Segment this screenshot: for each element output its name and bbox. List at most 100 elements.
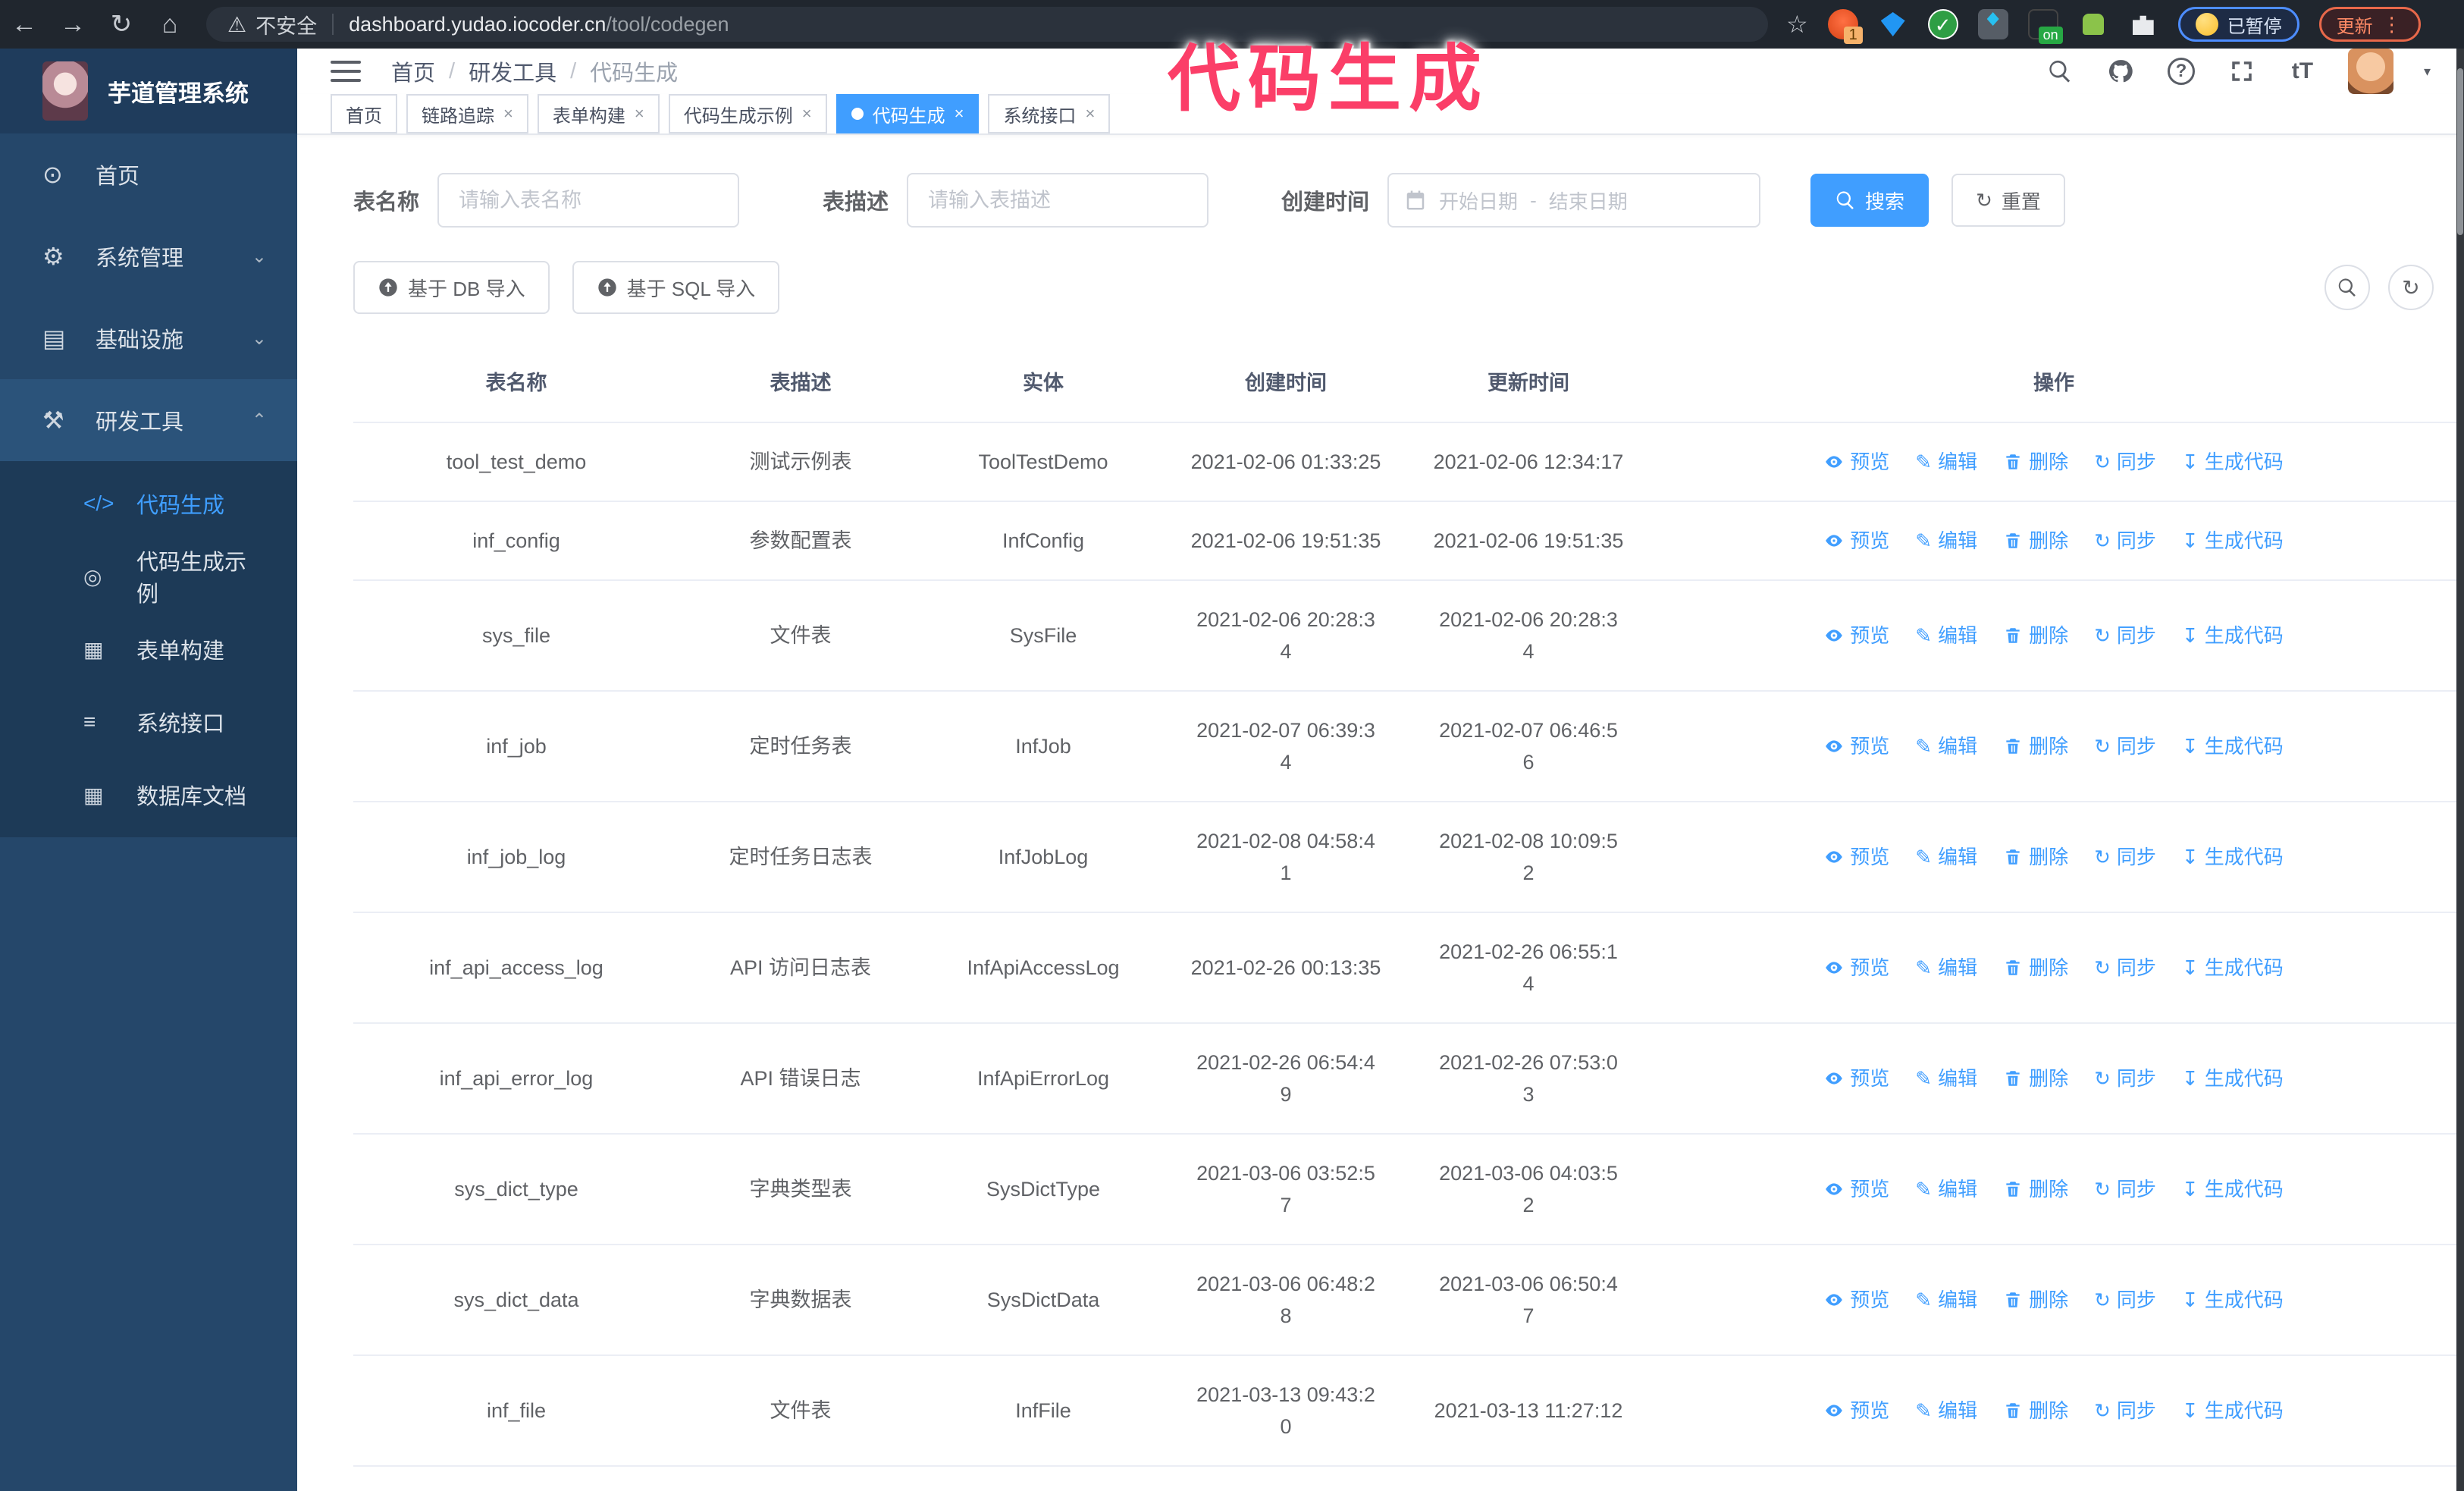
preview-link[interactable]: 预览 [1824, 730, 1889, 762]
generate-code-link[interactable]: ↧ 生成代码 [2182, 952, 2284, 984]
edit-link[interactable]: ✎ 编辑 [1915, 525, 1977, 557]
generate-code-link[interactable]: ↧ 生成代码 [2182, 1395, 2284, 1427]
sync-link[interactable]: ↻ 同步 [2094, 1063, 2156, 1094]
close-icon[interactable]: × [802, 104, 812, 124]
github-icon[interactable] [2105, 56, 2136, 86]
preview-link[interactable]: 预览 [1824, 1284, 1889, 1316]
edit-link[interactable]: ✎ 编辑 [1915, 730, 1977, 762]
preview-link[interactable]: 预览 [1824, 841, 1889, 873]
sidebar-item-devtools[interactable]: ⚒ 研发工具 ⌃ [0, 379, 297, 461]
sync-link[interactable]: ↻ 同步 [2094, 525, 2156, 557]
tab-form-builder[interactable]: 表单构建 × [537, 94, 660, 133]
sidebar-item-system[interactable]: ⚙ 系统管理 ⌄ [0, 215, 297, 297]
sync-link[interactable]: ↻ 同步 [2094, 841, 2156, 873]
generate-code-link[interactable]: ↧ 生成代码 [2182, 1063, 2284, 1094]
sync-link[interactable]: ↻ 同步 [2094, 952, 2156, 984]
import-sql-button[interactable]: 基于 SQL 导入 [572, 261, 780, 314]
font-size-icon[interactable]: tT [2287, 56, 2318, 86]
preview-link[interactable]: 预览 [1824, 952, 1889, 984]
generate-code-link[interactable]: ↧ 生成代码 [2182, 841, 2284, 873]
generate-code-link[interactable]: ↧ 生成代码 [2182, 1284, 2284, 1316]
delete-link[interactable]: 删除 [2003, 952, 2068, 984]
tab-trace[interactable]: 链路追踪 × [406, 94, 528, 133]
extension-gem-icon[interactable] [1878, 9, 1908, 39]
refresh-table-button[interactable]: ↻ [2388, 265, 2434, 310]
update-badge[interactable]: 更新 ⋮ [2318, 7, 2421, 42]
import-db-button[interactable]: 基于 DB 导入 [353, 261, 550, 314]
generate-code-link[interactable]: ↧ 生成代码 [2182, 730, 2284, 762]
sidebar-item-db-doc[interactable]: ▦ 数据库文档 [0, 758, 297, 831]
delete-link[interactable]: 删除 [2003, 1395, 2068, 1427]
home-icon[interactable]: ⌂ [146, 10, 194, 39]
tab-codegen[interactable]: 代码生成 × [835, 94, 980, 133]
app-logo[interactable]: 芋道管理系统 [0, 49, 297, 133]
browser-scrollbar[interactable] [2456, 49, 2464, 1491]
edit-link[interactable]: ✎ 编辑 [1915, 1063, 1977, 1094]
forward-icon[interactable]: → [49, 10, 97, 39]
sidebar-item-home[interactable]: ⊙ 首页 [0, 133, 297, 215]
extension-check-icon[interactable] [1927, 9, 1958, 39]
sidebar-item-system-api[interactable]: ≡ 系统接口 [0, 686, 297, 758]
edit-link[interactable]: ✎ 编辑 [1915, 1284, 1977, 1316]
extension-on-icon[interactable] [2027, 9, 2063, 44]
table-desc-input[interactable] [907, 173, 1209, 228]
edit-link[interactable]: ✎ 编辑 [1915, 1173, 1977, 1205]
paused-badge[interactable]: 已暂停 [2177, 7, 2299, 42]
delete-link[interactable]: 删除 [2003, 1284, 2068, 1316]
close-icon[interactable]: × [955, 104, 964, 124]
menu-fold-icon[interactable] [331, 55, 361, 88]
fullscreen-icon[interactable] [2227, 56, 2257, 86]
sidebar-item-infra[interactable]: ▤ 基础设施 ⌄ [0, 297, 297, 379]
preview-link[interactable]: 预览 [1824, 1395, 1889, 1427]
close-icon[interactable]: × [635, 104, 644, 124]
preview-link[interactable]: 预览 [1824, 620, 1889, 651]
tab-codegen-example[interactable]: 代码生成示例 × [668, 94, 827, 133]
sync-link[interactable]: ↻ 同步 [2094, 730, 2156, 762]
edit-link[interactable]: ✎ 编辑 [1915, 446, 1977, 478]
close-icon[interactable]: × [503, 104, 513, 124]
extension-robot-icon[interactable] [2078, 9, 2108, 39]
sidebar-item-form-builder[interactable]: ▦ 表单构建 [0, 613, 297, 686]
generate-code-link[interactable]: ↧ 生成代码 [2182, 620, 2284, 651]
sync-link[interactable]: ↻ 同步 [2094, 620, 2156, 651]
preview-link[interactable]: 预览 [1824, 1173, 1889, 1205]
search-button[interactable]: 搜索 [1810, 174, 1930, 227]
preview-link[interactable]: 预览 [1824, 1063, 1889, 1094]
tab-home[interactable]: 首页 [331, 94, 397, 133]
generate-code-link[interactable]: ↧ 生成代码 [2182, 525, 2284, 557]
toggle-search-button[interactable] [2324, 265, 2370, 310]
delete-link[interactable]: 删除 [2003, 1173, 2068, 1205]
reload-icon[interactable]: ↻ [97, 9, 146, 39]
edit-link[interactable]: ✎ 编辑 [1915, 952, 1977, 984]
caret-down-icon[interactable]: ▾ [2424, 64, 2431, 80]
scrollbar-thumb[interactable] [2457, 68, 2463, 235]
generate-code-link[interactable]: ↧ 生成代码 [2182, 1173, 2284, 1205]
edit-link[interactable]: ✎ 编辑 [1915, 1395, 1977, 1427]
start-date-placeholder[interactable]: 开始日期 [1439, 187, 1518, 215]
close-icon[interactable]: × [1085, 104, 1095, 124]
breadcrumb-devtools[interactable]: 研发工具 [469, 55, 556, 87]
sync-link[interactable]: ↻ 同步 [2094, 446, 2156, 478]
user-avatar[interactable] [2347, 49, 2393, 94]
delete-link[interactable]: 删除 [2003, 841, 2068, 873]
search-icon[interactable] [2045, 56, 2075, 86]
sync-link[interactable]: ↻ 同步 [2094, 1284, 2156, 1316]
edit-link[interactable]: ✎ 编辑 [1915, 841, 1977, 873]
date-range-picker[interactable]: 开始日期 - 结束日期 [1387, 173, 1761, 228]
breadcrumb-home[interactable]: 首页 [391, 55, 435, 87]
extension-icon[interactable]: 1 [1827, 9, 1863, 44]
delete-link[interactable]: 删除 [2003, 1063, 2068, 1094]
extensions-puzzle-icon[interactable] [2128, 9, 2158, 39]
reset-button[interactable]: ↻ 重置 [1951, 174, 2065, 227]
delete-link[interactable]: 删除 [2003, 620, 2068, 651]
table-name-input[interactable] [437, 173, 740, 228]
preview-link[interactable]: 预览 [1824, 446, 1889, 478]
sidebar-item-codegen[interactable]: </> 代码生成 [0, 467, 297, 540]
edit-link[interactable]: ✎ 编辑 [1915, 620, 1977, 651]
end-date-placeholder[interactable]: 结束日期 [1549, 187, 1628, 215]
preview-link[interactable]: 预览 [1824, 525, 1889, 557]
back-icon[interactable]: ← [0, 10, 49, 39]
delete-link[interactable]: 删除 [2003, 730, 2068, 762]
generate-code-link[interactable]: ↧ 生成代码 [2182, 446, 2284, 478]
sidebar-item-codegen-example[interactable]: ◎ 代码生成示例 [0, 540, 297, 613]
